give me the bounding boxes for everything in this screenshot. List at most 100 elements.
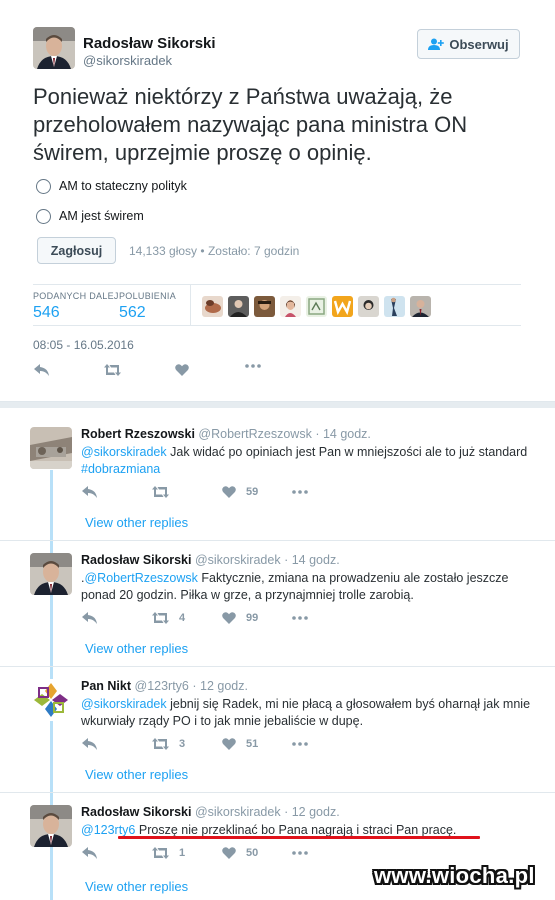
- tweet-stats: PODANYCH DALEJ 546 POLUBIENIA 562: [33, 284, 521, 326]
- reply-icon: [82, 738, 97, 750]
- reply-body: Proszę nie przeklinać bo Pana nagrają i …: [135, 823, 457, 837]
- liker-avatar[interactable]: [228, 296, 249, 317]
- liker-avatar[interactable]: [410, 296, 431, 317]
- poll-option-label: AM jest świrem: [59, 209, 144, 223]
- reply-body: Jak widać po opiniach jest Pan w mniejsz…: [166, 445, 528, 459]
- reply-divider: [0, 540, 555, 541]
- reply-icon: [82, 612, 97, 624]
- liker-avatar[interactable]: [254, 296, 275, 317]
- poll-remaining: Zostało: 7 godzin: [207, 244, 300, 258]
- view-other-replies-link[interactable]: View other replies: [85, 879, 188, 894]
- reply-author-name[interactable]: Pan Nikt: [81, 679, 131, 693]
- reply-author-handle[interactable]: @RobertRzeszowsk: [198, 427, 311, 441]
- reply-avatar[interactable]: [30, 679, 72, 721]
- liker-avatar[interactable]: [332, 296, 353, 317]
- main-tweet: Radosław Sikorski @sikorskiradek Obserwu…: [0, 0, 555, 402]
- radio-button[interactable]: [36, 178, 51, 194]
- likes-stat[interactable]: POLUBIENIA 562: [119, 291, 176, 322]
- reply-divider: [0, 666, 555, 667]
- like-action[interactable]: 50: [222, 847, 258, 859]
- like-count: 99: [246, 612, 259, 624]
- reply-header: Radosław Sikorski @sikorskiradek · 14 go…: [81, 553, 340, 567]
- reply-action[interactable]: [82, 847, 97, 859]
- reply-time[interactable]: 14 godz.: [292, 553, 340, 567]
- mention-link[interactable]: @sikorskiradek: [81, 445, 167, 459]
- liker-avatar[interactable]: [384, 296, 405, 317]
- reply-author-handle[interactable]: @123rty6: [135, 679, 189, 693]
- follow-label: Obserwuj: [449, 36, 509, 52]
- more-action[interactable]: [292, 851, 308, 855]
- liker-avatar[interactable]: [358, 296, 379, 317]
- like-count: 59: [246, 486, 259, 498]
- tweet-timestamp[interactable]: 08:05 - 16.05.2016: [33, 338, 134, 352]
- retweet-action[interactable]: 3: [152, 738, 185, 750]
- retweet-icon: [152, 612, 169, 624]
- retweet-action[interactable]: 4: [152, 612, 185, 624]
- liker-avatar[interactable]: [280, 296, 301, 317]
- view-other-replies-link[interactable]: View other replies: [85, 641, 188, 656]
- more-icon: [292, 851, 308, 855]
- author-avatar[interactable]: [33, 27, 75, 69]
- reply-time[interactable]: 14 godz.: [323, 427, 371, 441]
- reply-text: @sikorskiradek Jak widać po opiniach jes…: [81, 444, 531, 478]
- more-action[interactable]: [292, 742, 308, 746]
- reply-author-handle[interactable]: @sikorskiradek: [195, 805, 281, 819]
- mention-link[interactable]: @123rty6: [81, 823, 135, 837]
- reply-action[interactable]: [82, 612, 97, 624]
- retweet-stat[interactable]: PODANYCH DALEJ 546: [33, 291, 119, 322]
- reply-time[interactable]: 12 godz.: [292, 805, 340, 819]
- mention-link[interactable]: @RobertRzeszowsk: [84, 571, 197, 585]
- liker-avatar[interactable]: [202, 296, 223, 317]
- follow-button[interactable]: Obserwuj: [417, 29, 520, 59]
- author-handle[interactable]: @sikorskiradek: [83, 53, 172, 68]
- hashtag-link[interactable]: #dobrazmiana: [81, 462, 160, 476]
- reply-time[interactable]: 12 godz.: [200, 679, 248, 693]
- like-action[interactable]: 59: [222, 486, 258, 498]
- retweet-action[interactable]: [104, 364, 121, 376]
- reply-icon: [34, 364, 49, 376]
- heart-icon: [222, 847, 236, 859]
- poll-option-2[interactable]: AM jest świrem: [36, 206, 144, 226]
- retweet-action[interactable]: 1: [152, 847, 185, 859]
- reply-avatar[interactable]: [30, 805, 72, 847]
- reply-author-name[interactable]: Radosław Sikorski: [81, 805, 191, 819]
- more-action[interactable]: [292, 490, 308, 494]
- reply-avatar[interactable]: [30, 427, 72, 469]
- reply-author-name[interactable]: Radosław Sikorski: [81, 553, 191, 567]
- red-underline-annotation: [118, 836, 480, 839]
- more-action[interactable]: [292, 616, 308, 620]
- heart-icon: [175, 364, 189, 376]
- liker-avatar[interactable]: [306, 296, 327, 317]
- retweet-count: 1: [179, 847, 186, 859]
- reply-divider: [0, 792, 555, 793]
- reply-text: @sikorskiradek jebnij się Radek, mi nie …: [81, 696, 531, 730]
- reply-actions: 59: [82, 486, 322, 504]
- reply-tweet: Radosław Sikorski @sikorskiradek · 14 go…: [0, 553, 555, 663]
- reply-icon: [82, 486, 97, 498]
- like-action[interactable]: [175, 364, 189, 376]
- tweet-text: Ponieważ niektórzy z Państwa uważają, że…: [33, 84, 468, 165]
- view-other-replies-link[interactable]: View other replies: [85, 767, 188, 782]
- retweet-count: 4: [179, 612, 186, 624]
- reply-icon: [82, 847, 97, 859]
- like-action[interactable]: 51: [222, 738, 258, 750]
- likes-count: 562: [119, 304, 146, 321]
- view-other-replies-link[interactable]: View other replies: [85, 515, 188, 530]
- reply-header: Radosław Sikorski @sikorskiradek · 12 go…: [81, 805, 340, 819]
- like-count: 50: [246, 847, 259, 859]
- like-action[interactable]: 99: [222, 612, 258, 624]
- more-action[interactable]: [245, 364, 261, 368]
- reply-action[interactable]: [34, 364, 49, 376]
- reply-avatar[interactable]: [30, 553, 72, 595]
- poll-option-1[interactable]: AM to stateczny polityk: [36, 176, 187, 196]
- reply-action[interactable]: [82, 486, 97, 498]
- reply-author-handle[interactable]: @sikorskiradek: [195, 553, 281, 567]
- vote-button[interactable]: Zagłosuj: [37, 237, 116, 264]
- mention-link[interactable]: @sikorskiradek: [81, 697, 167, 711]
- reply-author-name[interactable]: Robert Rzeszowski: [81, 427, 195, 441]
- reply-action[interactable]: [82, 738, 97, 750]
- radio-button[interactable]: [36, 208, 51, 224]
- author-name[interactable]: Radosław Sikorski: [83, 35, 216, 52]
- retweet-count: 3: [179, 738, 186, 750]
- retweet-action[interactable]: [152, 486, 179, 498]
